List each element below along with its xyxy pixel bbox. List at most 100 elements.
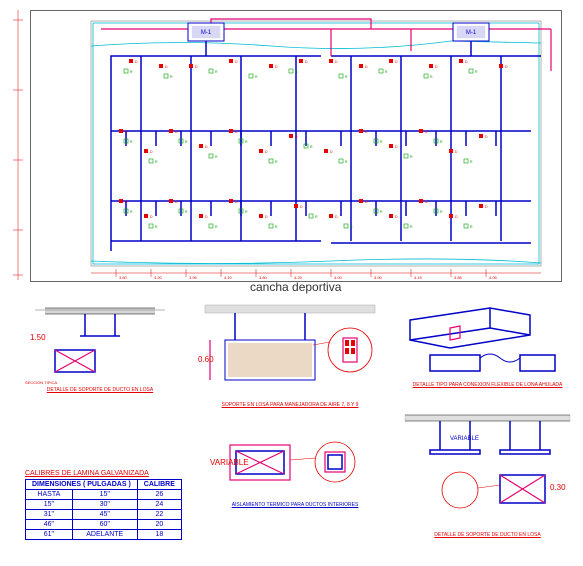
svg-text:M-1: M-1 (466, 30, 477, 36)
svg-text:R: R (130, 140, 133, 144)
svg-text:R: R (130, 70, 133, 74)
detail-aislamiento-termico: VARIABLE AISLAMIENTO TERMICO PARA DUCTOS… (210, 430, 380, 508)
detail-soporte-ducto-losa: 1.50 SECCION TIPICA DETALLE DE SOPORTE D… (25, 300, 175, 393)
svg-text:0.30: 0.30 (550, 483, 566, 492)
svg-text:0.60: 0.60 (198, 355, 214, 364)
svg-text:D: D (455, 215, 458, 219)
svg-text:D: D (485, 135, 488, 139)
svg-text:R: R (440, 210, 443, 214)
svg-text:D: D (305, 60, 308, 64)
svg-text:4.10: 4.10 (224, 275, 233, 280)
svg-text:4.15: 4.15 (414, 275, 423, 280)
svg-text:D: D (150, 150, 153, 154)
svg-text:R: R (350, 225, 353, 229)
svg-text:D: D (300, 205, 303, 209)
svg-text:D: D (485, 205, 488, 209)
svg-text:VARIABLE: VARIABLE (210, 458, 249, 467)
table-row: HASTA 15" 26 (26, 490, 182, 500)
svg-text:R: R (310, 145, 313, 149)
table-header: DIMENSIONES ( PULGADAS ) (26, 480, 138, 490)
svg-text:R: R (185, 140, 188, 144)
detail5-title: DETALLE DE SOPORTE DE DUCTO EN LOSA (400, 532, 575, 538)
svg-text:D: D (295, 135, 298, 139)
svg-text:VARIABLE: VARIABLE (450, 436, 479, 442)
detail-soporte-ducto-losa-2: VARIABLE 0.30 DETALLE DE SOPORTE DE DUCT… (400, 410, 575, 538)
svg-text:D: D (465, 60, 468, 64)
table-header: CALIBRE (137, 480, 181, 490)
svg-text:R: R (295, 70, 298, 74)
svg-text:R: R (245, 210, 248, 214)
gauge-table-block: CALIBRES DE LAMINA GALVANIZADA DIMENSION… (25, 470, 182, 540)
svg-text:4.20: 4.20 (154, 275, 163, 280)
gauge-table: DIMENSIONES ( PULGADAS ) CALIBRE HASTA 1… (25, 479, 182, 540)
svg-text:D: D (395, 60, 398, 64)
detail4-title: AISLAMIENTO TERMICO PARA DUCTOS INTERIOR… (210, 502, 380, 508)
svg-text:R: R (430, 75, 433, 79)
svg-text:R: R (275, 225, 278, 229)
svg-text:R: R (245, 140, 248, 144)
svg-text:1.50: 1.50 (30, 333, 46, 342)
svg-text:3.95: 3.95 (189, 275, 198, 280)
table-row: 61"ADELANTE18 (26, 530, 182, 540)
detail-conexion-flexible: DETALLE TIPO PARA CONEXION FLEXIBLE DE L… (400, 300, 575, 388)
detail-soporte-manejadora: 0.60 SOPORTE EN LOSA PARA MANEJADORA DE … (195, 300, 385, 408)
gauge-table-title: CALIBRES DE LAMINA GALVANIZADA (25, 470, 182, 477)
svg-text:R: R (315, 215, 318, 219)
svg-text:D: D (335, 215, 338, 219)
svg-text:3.90: 3.90 (374, 275, 383, 280)
detail2-title: SOPORTE EN LOSA PARA MANEJADORA DE AIRE … (195, 402, 385, 408)
svg-text:R: R (470, 225, 473, 229)
svg-text:D: D (265, 215, 268, 219)
svg-text:R: R (345, 160, 348, 164)
svg-text:D: D (135, 60, 138, 64)
detail1-title: DETALLE DE SOPORTE DE DUCTO EN LOSA (25, 387, 175, 393)
svg-text:R: R (215, 70, 218, 74)
svg-text:M-1: M-1 (201, 30, 212, 36)
table-row: 15"30"24 (26, 500, 182, 510)
svg-text:D: D (435, 65, 438, 69)
detail3-title: DETALLE TIPO PARA CONEXION FLEXIBLE DE L… (400, 382, 575, 388)
svg-text:D: D (505, 65, 508, 69)
table-row: 46"60"20 (26, 520, 182, 530)
svg-text:R: R (410, 225, 413, 229)
svg-text:D: D (335, 60, 338, 64)
svg-text:R: R (380, 140, 383, 144)
svg-text:R: R (380, 210, 383, 214)
svg-text:R: R (185, 210, 188, 214)
svg-text:3.80: 3.80 (119, 275, 128, 280)
svg-text:D: D (165, 65, 168, 69)
svg-text:D: D (205, 215, 208, 219)
svg-text:D: D (395, 145, 398, 149)
svg-text:R: R (385, 70, 388, 74)
svg-text:D: D (455, 150, 458, 154)
svg-text:D: D (265, 150, 268, 154)
hvac-floor-plan: M-1M-1 DDDDDDDDDDDDDDDDDDDDDDDDDDDDDDDDD… (30, 10, 562, 282)
svg-text:D: D (195, 65, 198, 69)
svg-text:R: R (410, 155, 413, 159)
svg-text:R: R (130, 210, 133, 214)
svg-text:D: D (275, 65, 278, 69)
svg-text:D: D (330, 150, 333, 154)
svg-text:D: D (205, 145, 208, 149)
svg-text:D: D (365, 65, 368, 69)
svg-text:D: D (235, 60, 238, 64)
svg-text:R: R (215, 155, 218, 159)
svg-text:D: D (395, 215, 398, 219)
svg-text:R: R (275, 160, 278, 164)
vertical-dimension-grid (8, 10, 28, 280)
svg-text:R: R (215, 225, 218, 229)
svg-text:R: R (475, 70, 478, 74)
table-row: 31"45"22 (26, 510, 182, 520)
cancha-label: cancha deportiva (250, 280, 341, 294)
svg-text:R: R (255, 75, 258, 79)
svg-text:R: R (170, 75, 173, 79)
svg-text:R: R (155, 160, 158, 164)
svg-text:R: R (345, 75, 348, 79)
table-row: DIMENSIONES ( PULGADAS ) CALIBRE (26, 480, 182, 490)
svg-text:3.85: 3.85 (454, 275, 463, 280)
svg-text:R: R (470, 160, 473, 164)
svg-text:R: R (155, 225, 158, 229)
svg-text:D: D (150, 215, 153, 219)
svg-text:R: R (440, 140, 443, 144)
svg-text:4.05: 4.05 (489, 275, 498, 280)
